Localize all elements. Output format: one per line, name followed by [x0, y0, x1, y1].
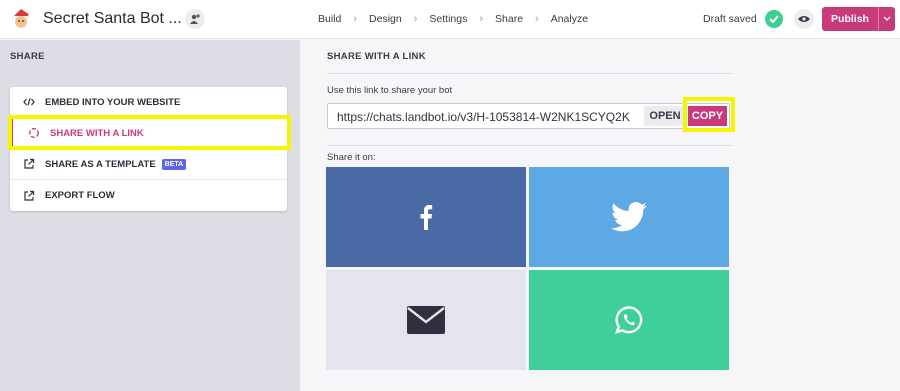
share-content: SHARE WITH A LINK Use this link to share… — [300, 40, 900, 391]
share-facebook-button[interactable] — [326, 167, 526, 267]
share-twitter-button[interactable] — [529, 167, 729, 267]
nav-separator: › — [353, 13, 358, 25]
publish-dropdown-button[interactable] — [878, 7, 895, 31]
whatsapp-icon — [615, 306, 643, 334]
section-title: SHARE WITH A LINK — [327, 51, 426, 62]
divider — [327, 73, 733, 74]
nav-share[interactable]: Share — [495, 13, 523, 25]
share-sidebar: SHARE EMBED INTO YOUR WEBSITE SHARE WITH… — [0, 40, 300, 391]
code-icon — [22, 95, 36, 109]
facebook-icon — [420, 205, 433, 230]
chevron-down-icon — [883, 16, 891, 21]
add-collaborator-button[interactable] — [185, 9, 205, 29]
twitter-icon — [611, 202, 647, 232]
menu-item-label: EMBED INTO YOUR WEBSITE — [45, 96, 181, 108]
nav-separator: › — [479, 13, 484, 25]
builder-nav: Build › Design › Settings › Share › Anal… — [318, 13, 588, 25]
share-email-button[interactable] — [326, 270, 526, 370]
share-on-label: Share it on: — [327, 152, 376, 163]
menu-item-label: SHARE AS A TEMPLATE — [45, 158, 156, 170]
highlight-box — [683, 97, 735, 132]
check-icon — [765, 10, 783, 28]
share-whatsapp-button[interactable] — [529, 270, 729, 370]
bot-avatar-santa-icon[interactable] — [9, 7, 33, 31]
link-icon — [27, 126, 41, 140]
open-link-button[interactable]: OPEN — [644, 106, 686, 126]
nav-analyze[interactable]: Analyze — [551, 13, 588, 25]
external-link-icon — [22, 189, 36, 203]
divider — [327, 145, 733, 146]
share-menu: EMBED INTO YOUR WEBSITE SHARE WITH A LIN… — [8, 87, 291, 211]
sidebar-heading: SHARE — [10, 51, 45, 62]
nav-separator: › — [535, 13, 539, 25]
share-link-url[interactable]: https://chats.landbot.io/v3/H-1053814-W2… — [337, 110, 639, 124]
menu-item-embed[interactable]: EMBED INTO YOUR WEBSITE — [10, 87, 287, 118]
link-label: Use this link to share your bot — [327, 85, 453, 96]
menu-item-label: EXPORT FLOW — [45, 190, 115, 201]
menu-item-export-flow[interactable]: EXPORT FLOW — [10, 180, 287, 211]
draft-status: Draft saved — [703, 13, 757, 25]
share-link-field[interactable]: https://chats.landbot.io/v3/H-1053814-W2… — [327, 103, 730, 129]
nav-settings[interactable]: Settings — [429, 13, 467, 25]
preview-button[interactable] — [794, 9, 814, 29]
nav-design[interactable]: Design — [369, 13, 402, 25]
menu-item-share-link[interactable]: SHARE WITH A LINK — [8, 115, 291, 150]
menu-item-share-template[interactable]: SHARE AS A TEMPLATE BETA — [10, 149, 287, 180]
beta-badge: BETA — [161, 158, 187, 170]
bot-title[interactable]: Secret Santa Bot ... — [43, 10, 182, 28]
envelope-icon — [407, 306, 445, 334]
add-user-icon — [190, 14, 200, 24]
publish-button[interactable]: Publish — [822, 7, 878, 31]
menu-item-label: SHARE WITH A LINK — [50, 127, 144, 139]
top-bar: Secret Santa Bot ... Build › Design › Se… — [0, 0, 900, 39]
nav-build[interactable]: Build — [318, 13, 341, 25]
nav-separator: › — [413, 13, 418, 25]
external-link-icon — [22, 157, 36, 171]
eye-icon — [798, 16, 810, 22]
